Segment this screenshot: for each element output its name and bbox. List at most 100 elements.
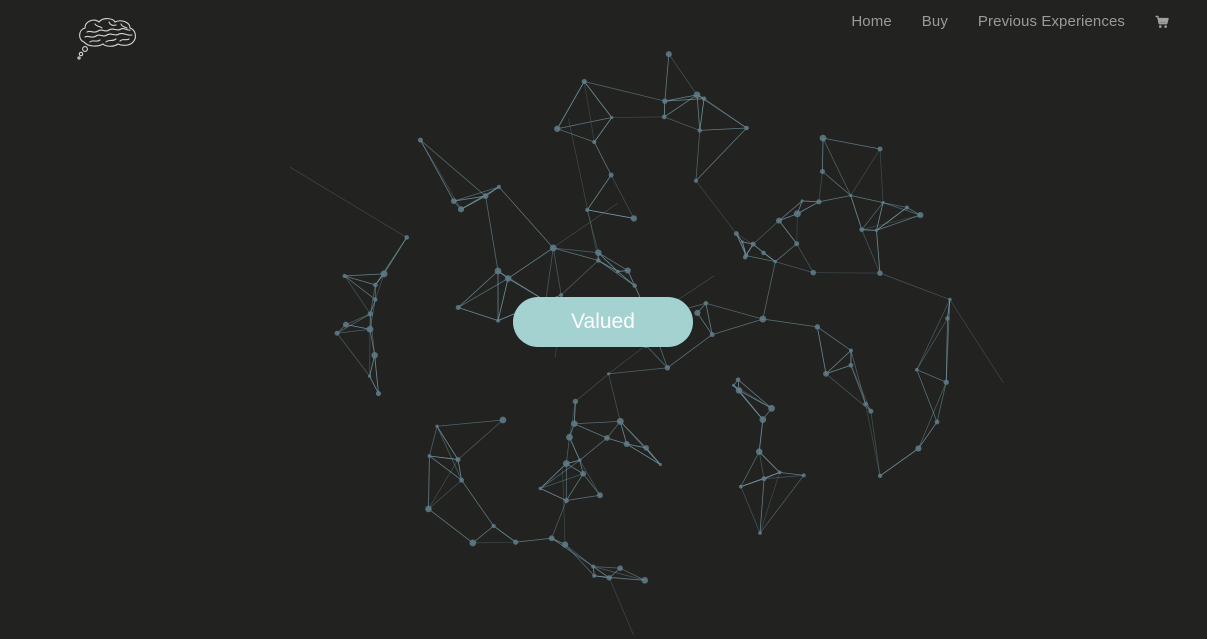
network-node [945, 316, 950, 321]
network-edge [737, 379, 772, 409]
network-node [554, 125, 561, 132]
network-edge [695, 130, 701, 181]
network-edge [850, 148, 881, 196]
network-edge [608, 373, 621, 422]
network-node [731, 383, 736, 387]
network-edge [429, 426, 438, 457]
network-edge [916, 369, 938, 423]
network-edge [870, 411, 881, 476]
network-node [380, 270, 388, 278]
network-node [616, 417, 624, 425]
network-edge [566, 494, 601, 501]
network-edge [705, 302, 763, 320]
network-node [664, 365, 671, 371]
network-edge [752, 220, 780, 245]
brain-logo-icon[interactable] [76, 16, 138, 60]
network-node [877, 270, 883, 276]
network-edge [759, 478, 765, 534]
shopping-cart-icon[interactable] [1155, 15, 1169, 29]
network-node [759, 416, 767, 423]
network-node [591, 564, 596, 569]
network-node [581, 78, 587, 85]
network-edge [461, 480, 494, 527]
network-edge [579, 437, 608, 461]
network-node [693, 178, 699, 183]
network-node [623, 440, 630, 447]
network-edge [290, 166, 407, 238]
network-edge [472, 541, 516, 544]
network-node [904, 205, 909, 210]
network-node [455, 457, 461, 463]
network-node [777, 470, 782, 475]
network-node [608, 172, 614, 178]
network-edge [936, 382, 947, 423]
network-edge [608, 577, 634, 636]
network-node [848, 348, 853, 353]
network-node [848, 362, 854, 368]
network-node [801, 473, 806, 478]
network-edge [695, 180, 737, 234]
network-edge [344, 275, 376, 300]
network-edge [695, 127, 747, 182]
network-edge [457, 270, 499, 308]
network-node [334, 330, 340, 336]
network-edge [586, 174, 612, 211]
network-edge [420, 139, 486, 197]
network-node [849, 193, 853, 198]
network-node [504, 275, 512, 282]
network-node [496, 318, 501, 323]
network-node [819, 134, 827, 142]
network-node [775, 217, 782, 224]
network-node [758, 531, 762, 535]
network-node [367, 311, 374, 317]
network-edge [825, 350, 852, 375]
network-node [643, 445, 650, 451]
network-edge [428, 459, 459, 510]
network-edge [337, 328, 371, 334]
network-node [630, 215, 638, 222]
network-edge [664, 54, 670, 102]
network-node [417, 137, 423, 143]
network-edge [553, 247, 599, 254]
network-edge [608, 367, 668, 375]
network-edge [759, 475, 805, 534]
network-edge [457, 419, 504, 460]
network-edge [797, 201, 820, 215]
network-node [548, 535, 555, 542]
nav-buy-link[interactable]: Buy [922, 12, 948, 32]
network-node [881, 200, 885, 205]
network-edge [818, 195, 851, 203]
nav-previous-experiences-link[interactable]: Previous Experiences [978, 12, 1125, 32]
network-edge [540, 488, 567, 501]
network-edge [738, 390, 772, 409]
network-edge [740, 486, 761, 534]
network-edge [668, 53, 698, 96]
network-node [877, 146, 883, 152]
network-edge [428, 455, 430, 509]
network-edge [428, 479, 462, 510]
network-edge [916, 299, 951, 370]
network-edge [540, 473, 584, 489]
network-edge [458, 307, 499, 321]
network-node [499, 416, 507, 424]
network-edge [822, 137, 881, 150]
valued-button[interactable]: Valued [513, 297, 693, 347]
nav-home-link[interactable]: Home [851, 12, 891, 32]
network-node [697, 128, 702, 133]
network-node [596, 492, 603, 499]
network-node [701, 96, 707, 101]
network-edge [545, 247, 554, 301]
network-node [943, 379, 949, 385]
network-edge [796, 213, 798, 244]
network-edge [818, 171, 823, 202]
network-node [665, 51, 672, 58]
network-node [915, 445, 922, 452]
network-edge [540, 459, 580, 489]
network-edge [598, 252, 629, 271]
network-node [755, 448, 763, 456]
network-node [800, 199, 804, 203]
network-node [373, 297, 378, 302]
network-edge [584, 81, 665, 102]
network-node [934, 419, 940, 425]
network-edge [582, 473, 601, 496]
